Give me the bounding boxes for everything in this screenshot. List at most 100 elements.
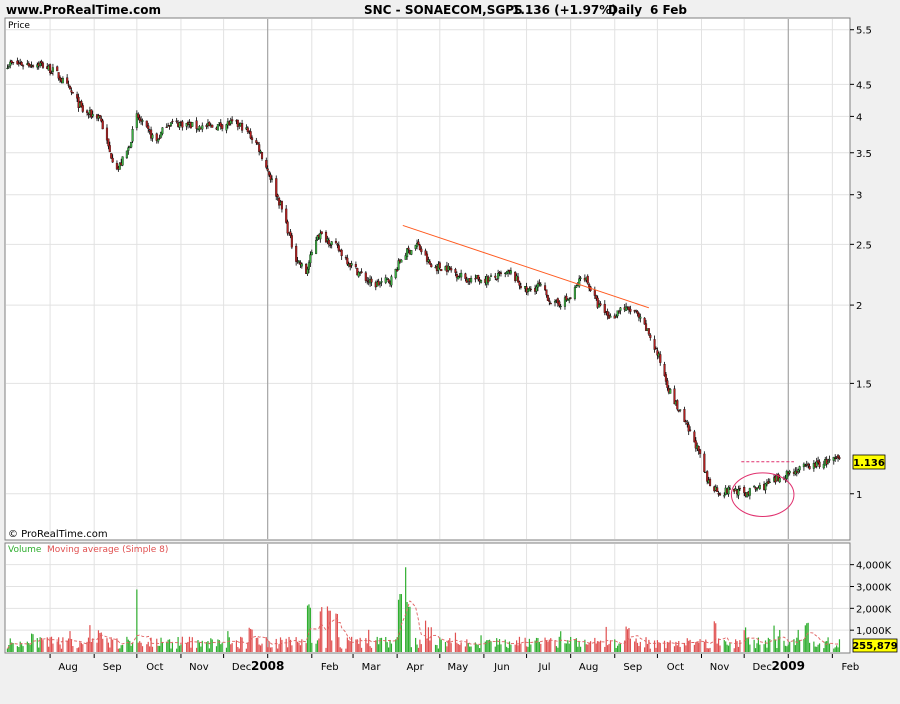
volume-bar [32,634,34,652]
volume-bar [281,639,283,652]
volume-bar [119,648,121,652]
candle-body [558,301,561,306]
volume-bar [187,641,189,652]
volume-tick-label: 1,000K [856,626,892,637]
volume-bar [181,636,183,652]
volume-bar [308,604,310,652]
candle-body [169,122,173,126]
volume-bar [695,642,697,652]
volume-bar [646,643,649,652]
volume-bar [375,640,377,652]
volume-bar [235,640,238,652]
x-tick-label: 2009 [772,659,805,673]
chart-svg: www.ProRealTime.com SNC - SONAECOM,SGPS … [0,0,900,700]
price-panel[interactable] [4,17,851,541]
volume-bar [530,644,532,652]
volume-bar [26,641,28,652]
volume-bar [759,644,761,652]
candle-body [241,123,244,131]
volume-bar [744,627,747,652]
candle-body [400,259,403,263]
candle-body [12,62,15,64]
volume-bar [698,642,700,652]
volume-bar [197,640,199,652]
x-tick-label: Aug [58,662,78,673]
x-tick-label: Apr [406,662,424,673]
volume-bar [319,611,321,652]
volume-bar [190,647,192,652]
volume-bar [368,629,370,652]
candle-body [807,463,810,466]
candle-body [22,65,25,67]
volume-bar [200,646,202,652]
candle-body [366,280,369,282]
volume-bar [417,647,420,652]
candle-body [300,263,303,267]
candle-body [151,134,154,139]
volume-bar [278,644,280,652]
volume-bar [69,631,71,652]
volume-bar [228,637,230,652]
volume-bar [346,637,348,652]
symbol-name: SNC - SONAECOM,SGPS [364,3,523,17]
volume-bar [395,639,397,652]
volume-bar [644,647,646,652]
volume-bar [454,632,457,652]
candle-body [231,119,234,122]
volume-legend-volume: Volume [8,545,42,555]
volume-bar [834,647,836,652]
volume-bar [429,640,431,652]
site-title[interactable]: www.ProRealTime.com [6,3,161,17]
candle-body [798,466,801,471]
candle-body [430,264,433,268]
volume-bar [18,647,20,652]
candle-body [553,301,557,303]
candle-body [297,260,301,263]
candle-body [737,489,740,496]
price-tick-label: 4 [856,112,862,123]
candle-body [340,249,343,257]
volume-bar [130,645,132,652]
volume-bar [339,647,341,652]
volume-bar [436,645,438,652]
volume-bar [299,645,302,652]
candle-body [101,120,104,130]
candle-body [387,279,390,282]
volume-bar [604,646,606,652]
volume-bar [86,641,88,652]
volume-bar [285,638,287,652]
volume-bar [806,623,808,652]
volume-bar [141,646,144,652]
volume-bar [379,637,381,652]
volume-bar [449,638,451,652]
candle-body [548,300,551,302]
candle-body [479,280,483,283]
volume-bar [191,637,193,652]
candle-body [497,273,500,279]
volume-bar [127,639,129,652]
volume-bar [360,647,363,652]
price-tick-label: 2.5 [856,240,872,251]
candle-body [603,303,606,313]
candle-body [51,67,54,72]
volume-bar [568,643,570,652]
candle-body [360,271,363,274]
volume-legend-ma: Moving average (Simple 8) [47,545,168,555]
volume-bar [301,639,303,652]
volume-bar [389,639,391,652]
candle-body [818,461,821,468]
volume-bar [427,627,430,652]
volume-panel[interactable] [4,542,851,654]
x-tick-label: Sep [623,662,642,673]
volume-bar [726,644,728,652]
volume-bar [706,648,708,652]
candle-body [647,328,650,335]
volume-bar [439,637,441,652]
volume-bar [578,642,580,652]
volume-bar [434,644,437,652]
volume-bar [649,648,651,652]
volume-bar [773,625,775,652]
volume-bar [525,646,528,652]
volume-bar [699,639,701,652]
volume-bar [178,645,181,652]
